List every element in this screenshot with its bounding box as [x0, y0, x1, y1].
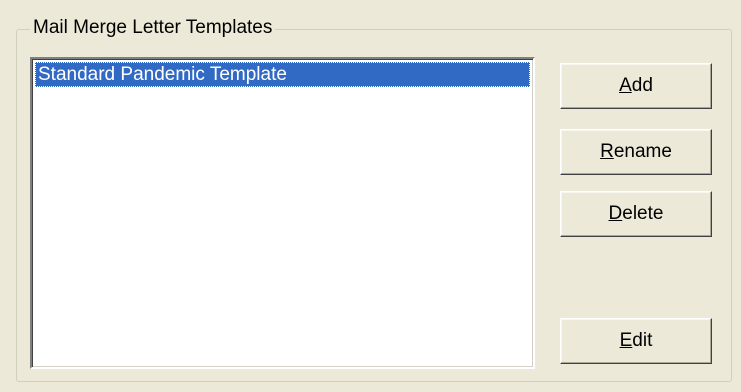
edit-button-mnemonic: E — [619, 330, 633, 351]
template-list-item[interactable]: Standard Pandemic Template — [35, 62, 530, 87]
delete-button-mnemonic: D — [608, 203, 623, 224]
rename-button-label: ename — [613, 141, 672, 162]
templates-listbox[interactable]: Standard Pandemic Template — [30, 57, 535, 369]
groupbox-title: Mail Merge Letter Templates — [30, 16, 276, 40]
rename-button[interactable]: Rename — [560, 129, 712, 175]
edit-button[interactable]: Edit — [560, 318, 712, 364]
add-button-label: dd — [631, 75, 653, 96]
delete-button[interactable]: Delete — [560, 191, 712, 237]
delete-button-label: elete — [622, 203, 664, 224]
rename-button-mnemonic: R — [600, 141, 614, 162]
edit-button-label: dit — [632, 330, 653, 351]
add-button[interactable]: Add — [560, 63, 712, 109]
add-button-mnemonic: A — [619, 75, 632, 96]
